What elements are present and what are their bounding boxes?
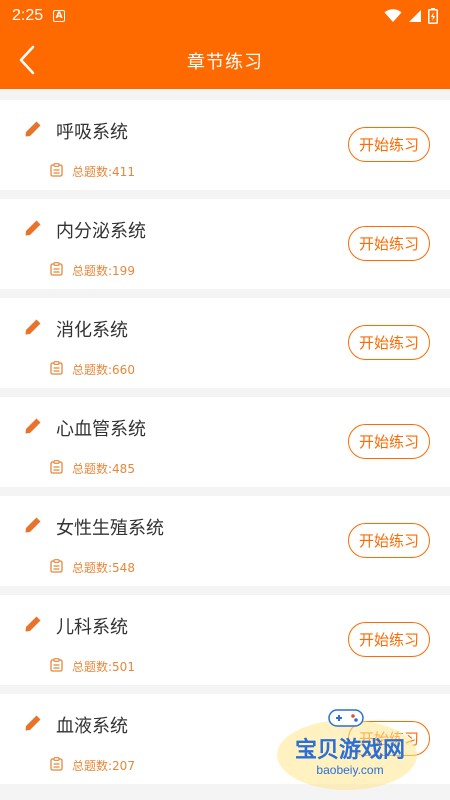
question-count: 总题数:660 <box>72 363 135 377</box>
pencil-icon <box>25 517 41 533</box>
clipboard-icon <box>50 163 63 177</box>
status-bar: 2:25 A <box>0 0 450 32</box>
pencil-icon <box>25 121 41 137</box>
status-time: 2:25 <box>12 7 44 24</box>
question-count: 总题数:411 <box>72 165 135 179</box>
status-icons <box>384 8 438 24</box>
chapter-name: 呼吸系统 <box>56 122 128 143</box>
chapter-card: 心血管系统 总题数:485 开始练习 <box>0 397 450 487</box>
pencil-icon <box>25 715 41 731</box>
clipboard-icon <box>50 361 63 375</box>
signal-icon <box>409 10 421 22</box>
clipboard-icon <box>50 559 63 573</box>
pencil-icon <box>25 616 41 632</box>
start-practice-button[interactable]: 开始练习 <box>348 325 430 360</box>
chapter-name: 内分泌系统 <box>56 221 146 242</box>
back-chevron-icon <box>19 45 35 75</box>
app-header: 章节练习 <box>0 32 450 89</box>
chapter-name: 血液系统 <box>56 716 128 737</box>
chapter-name: 消化系统 <box>56 320 128 341</box>
wifi-icon <box>384 9 402 22</box>
chapter-name: 儿科系统 <box>56 617 128 638</box>
start-practice-button[interactable]: 开始练习 <box>348 127 430 162</box>
chapter-card: 消化系统 总题数:660 开始练习 <box>0 298 450 388</box>
start-practice-button[interactable]: 开始练习 <box>348 523 430 558</box>
pencil-icon <box>25 319 41 335</box>
pencil-icon <box>25 418 41 434</box>
chapter-card: 女性生殖系统 总题数:548 开始练习 <box>0 496 450 586</box>
question-count: 总题数:501 <box>72 660 135 674</box>
chapter-name: 女性生殖系统 <box>56 518 164 539</box>
chapter-list: 呼吸系统 总题数:411 开始练习 内分泌系统 总题数:199 开始练习 消化系… <box>0 100 450 793</box>
clipboard-icon <box>50 658 63 672</box>
chapter-card: 呼吸系统 总题数:411 开始练习 <box>0 100 450 190</box>
start-practice-button[interactable]: 开始练习 <box>348 226 430 261</box>
clipboard-icon <box>50 757 63 771</box>
start-practice-button[interactable]: 开始练习 <box>348 622 430 657</box>
question-count: 总题数:199 <box>72 264 135 278</box>
chapter-name: 心血管系统 <box>56 419 146 440</box>
start-practice-button[interactable]: 开始练习 <box>348 721 430 756</box>
chapter-card: 血液系统 总题数:207 开始练习 <box>0 694 450 784</box>
chapter-card: 内分泌系统 总题数:199 开始练习 <box>0 199 450 289</box>
clipboard-icon <box>50 460 63 474</box>
question-count: 总题数:548 <box>72 561 135 575</box>
pencil-icon <box>25 220 41 236</box>
a-icon: A <box>53 10 66 22</box>
back-button[interactable] <box>14 44 40 76</box>
battery-icon <box>428 8 438 24</box>
chapter-card: 儿科系统 总题数:501 开始练习 <box>0 595 450 685</box>
question-count: 总题数:207 <box>72 759 135 773</box>
page-title: 章节练习 <box>187 51 263 73</box>
clipboard-icon <box>50 262 63 276</box>
start-practice-button[interactable]: 开始练习 <box>348 424 430 459</box>
question-count: 总题数:485 <box>72 462 135 476</box>
